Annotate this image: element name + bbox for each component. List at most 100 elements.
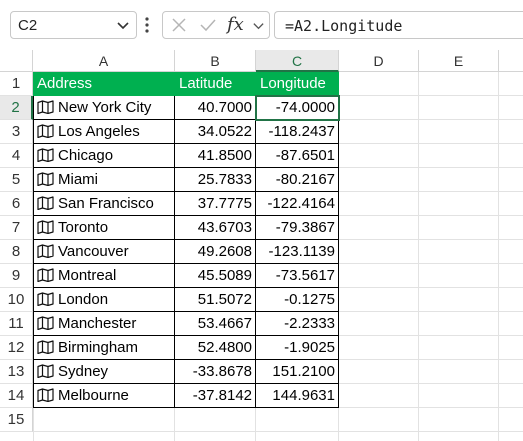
column-header-d[interactable]: D <box>339 50 419 72</box>
map-icon <box>37 100 54 114</box>
grid-column-line <box>498 72 499 441</box>
column-header-b[interactable]: B <box>175 50 256 72</box>
map-icon <box>37 388 54 402</box>
row-header-11[interactable]: 11 <box>0 312 33 336</box>
formula-text: =A2.Longitude <box>285 17 403 35</box>
row-header-10[interactable]: 10 <box>0 288 33 312</box>
check-icon[interactable] <box>199 17 217 33</box>
column-header-c[interactable]: C <box>256 50 339 72</box>
cell-latitude[interactable]: 49.2608 <box>175 240 256 264</box>
row-header-2[interactable]: 2 <box>0 96 33 120</box>
cell-address[interactable]: London <box>33 288 175 312</box>
address-text: Birmingham <box>58 339 139 356</box>
cell-longitude[interactable]: -1.9025 <box>256 336 339 360</box>
address-text: London <box>58 291 109 308</box>
cell-latitude[interactable]: 51.5072 <box>175 288 256 312</box>
cell-latitude[interactable]: 52.4800 <box>175 336 256 360</box>
cell-latitude[interactable]: 25.7833 <box>175 168 256 192</box>
cell-longitude[interactable]: -0.1275 <box>256 288 339 312</box>
name-box-value: C2 <box>18 17 38 34</box>
more-options-icon[interactable] <box>142 13 152 37</box>
cell-address[interactable]: Manchester <box>33 312 175 336</box>
map-icon <box>37 244 54 258</box>
row-header-1[interactable]: 1 <box>0 72 33 96</box>
row-header-6[interactable]: 6 <box>0 192 33 216</box>
formula-input[interactable]: =A2.Longitude <box>274 11 523 39</box>
cell-latitude[interactable]: 41.8500 <box>175 144 256 168</box>
cell-longitude[interactable]: -123.1139 <box>256 240 339 264</box>
name-box[interactable]: C2 <box>10 11 137 39</box>
cell-address[interactable]: Toronto <box>33 216 175 240</box>
cell-longitude[interactable]: -73.5617 <box>256 264 339 288</box>
cell-longitude[interactable]: -74.0000 <box>256 96 339 120</box>
cell-latitude[interactable]: -37.8142 <box>175 384 256 408</box>
cell-longitude[interactable]: -80.2167 <box>256 168 339 192</box>
address-text: San Francisco <box>58 195 154 212</box>
row-header-4[interactable]: 4 <box>0 144 33 168</box>
formula-bar: C2 fx =A2.Longitude <box>0 0 523 50</box>
cell-address[interactable]: Melbourne <box>33 384 175 408</box>
address-text: Chicago <box>58 147 114 164</box>
address-text: Sydney <box>58 363 109 380</box>
column-header-e[interactable]: E <box>419 50 499 72</box>
row-header-15[interactable]: 15 <box>0 408 33 432</box>
map-icon <box>37 148 54 162</box>
cell-longitude[interactable]: -2.2333 <box>256 312 339 336</box>
address-text: Manchester <box>58 315 137 332</box>
table-header-address[interactable]: Address <box>33 72 175 96</box>
row-header-14[interactable]: 14 <box>0 384 33 408</box>
column-header-f[interactable] <box>499 50 523 72</box>
cell-address[interactable]: Vancouver <box>33 240 175 264</box>
grid-column-line <box>418 72 419 441</box>
select-all-corner[interactable] <box>0 50 33 72</box>
cell-latitude[interactable]: 34.0522 <box>175 120 256 144</box>
cell-address[interactable]: New York City <box>33 96 175 120</box>
address-text: Miami <box>58 171 98 188</box>
cell-latitude[interactable]: 43.6703 <box>175 216 256 240</box>
row-header-13[interactable]: 13 <box>0 360 33 384</box>
cell-latitude[interactable]: 40.7000 <box>175 96 256 120</box>
cell-latitude[interactable]: -33.8678 <box>175 360 256 384</box>
cell-longitude[interactable]: -122.4164 <box>256 192 339 216</box>
insert-function-button[interactable]: fx <box>227 14 244 35</box>
chevron-down-icon[interactable] <box>252 19 265 32</box>
formula-actions: fx <box>162 11 270 39</box>
map-icon <box>37 220 54 234</box>
map-icon <box>37 292 54 306</box>
chevron-down-icon[interactable] <box>116 18 130 32</box>
cell-longitude[interactable]: 144.9631 <box>256 384 339 408</box>
cell-address[interactable]: Chicago <box>33 144 175 168</box>
cell-address[interactable]: Birmingham <box>33 336 175 360</box>
table-header-longitude[interactable]: Longitude <box>256 72 339 96</box>
close-icon[interactable] <box>171 17 187 33</box>
map-icon <box>37 124 54 138</box>
row-header-9[interactable]: 9 <box>0 264 33 288</box>
map-icon <box>37 340 54 354</box>
cell-longitude[interactable]: -87.6501 <box>256 144 339 168</box>
row-header-8[interactable]: 8 <box>0 240 33 264</box>
address-text: Vancouver <box>58 243 129 260</box>
row-header-5[interactable]: 5 <box>0 168 33 192</box>
table-left-border <box>33 96 34 408</box>
address-text: Toronto <box>58 219 109 236</box>
row-header-12[interactable]: 12 <box>0 336 33 360</box>
cell-address[interactable]: San Francisco <box>33 192 175 216</box>
row-header-7[interactable]: 7 <box>0 216 33 240</box>
column-header-a[interactable]: A <box>33 50 175 72</box>
table-header-latitude[interactable]: Latitude <box>175 72 256 96</box>
map-icon <box>37 268 54 282</box>
address-text: Montreal <box>58 267 117 284</box>
cell-latitude[interactable]: 53.4667 <box>175 312 256 336</box>
row-header-3[interactable]: 3 <box>0 120 33 144</box>
cell-address[interactable]: Sydney <box>33 360 175 384</box>
cell-address[interactable]: Miami <box>33 168 175 192</box>
cell-longitude[interactable]: -79.3867 <box>256 216 339 240</box>
cell-latitude[interactable]: 37.7775 <box>175 192 256 216</box>
map-icon <box>37 364 54 378</box>
address-text: New York City <box>58 99 152 116</box>
cell-longitude[interactable]: 151.2100 <box>256 360 339 384</box>
cell-address[interactable]: Montreal <box>33 264 175 288</box>
cell-longitude[interactable]: -118.2437 <box>256 120 339 144</box>
cell-address[interactable]: Los Angeles <box>33 120 175 144</box>
cell-latitude[interactable]: 45.5089 <box>175 264 256 288</box>
